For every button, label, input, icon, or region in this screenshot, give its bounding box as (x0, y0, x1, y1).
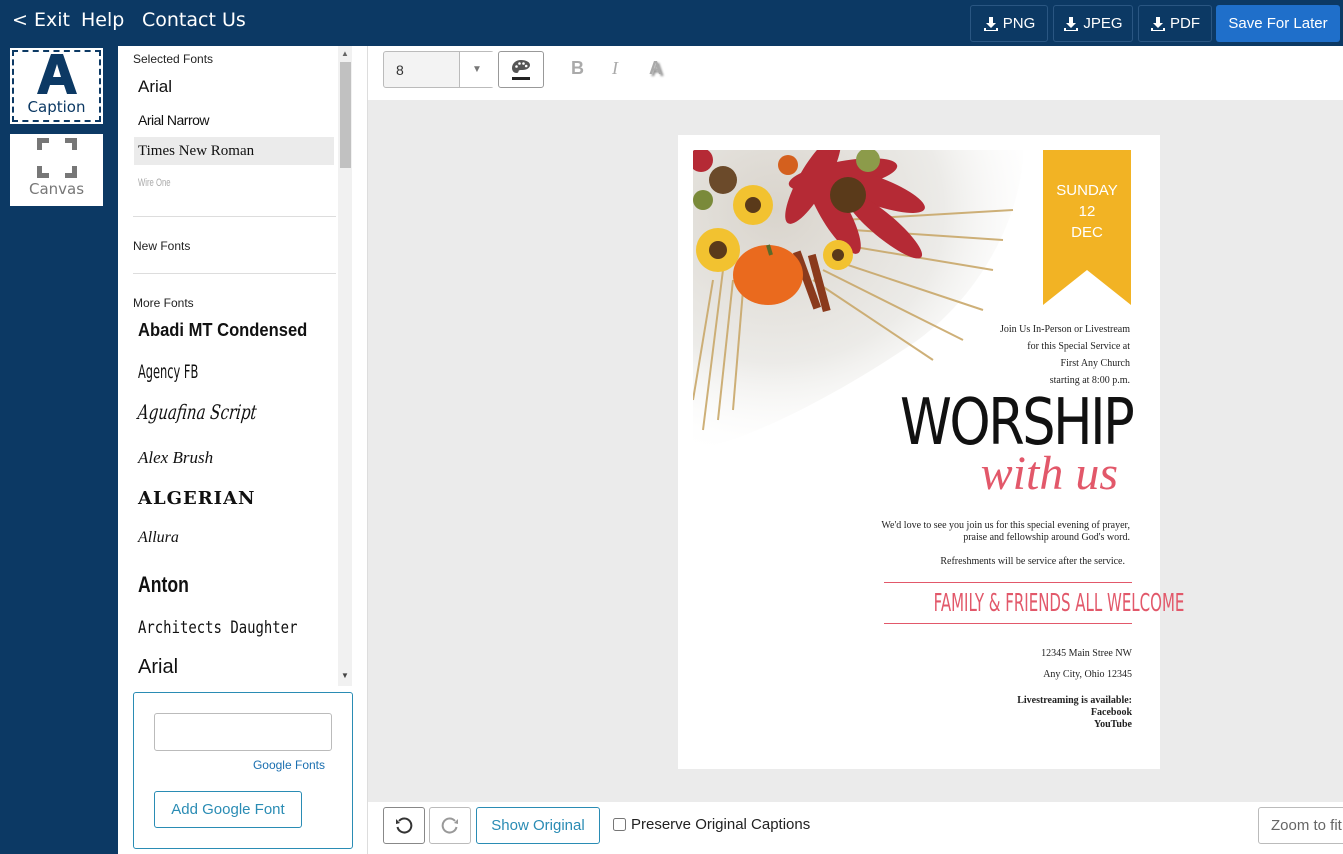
intro-line: First Any Church (1060, 358, 1130, 369)
flyer-page[interactable]: SUNDAY 12 DEC Join Us In-Person or Lives… (678, 135, 1185, 769)
add-google-font-button[interactable]: Add Google Font (154, 791, 302, 828)
help-link[interactable]: Help (81, 9, 124, 31)
font-list[interactable]: Selected Fonts Arial Arial Narrow Times … (118, 46, 338, 686)
divider (133, 216, 336, 217)
undo-button[interactable] (383, 807, 425, 844)
livestream-title: Livestreaming is available: (1017, 695, 1132, 706)
ribbon-day: SUNDAY (1056, 182, 1118, 199)
font-item[interactable]: Abadi MT Condensed (138, 320, 307, 341)
font-list-scrollbar[interactable]: ▲ ▼ (338, 46, 352, 686)
chevron-down-icon[interactable]: ▼ (459, 52, 494, 87)
scroll-thumb[interactable] (340, 62, 351, 168)
caption-icon (36, 54, 77, 94)
font-item[interactable]: Wire One (138, 177, 171, 189)
text-shadow-button[interactable]: A (649, 58, 662, 79)
download-pdf-button[interactable]: PDF (1138, 5, 1212, 42)
livestream-facebook: Facebook (1090, 707, 1132, 718)
font-size-value: 8 (396, 62, 404, 78)
ribbon-date: 12 (1078, 203, 1096, 220)
with-us-headline: with us (980, 447, 1118, 500)
bold-button[interactable]: B (571, 58, 584, 79)
intro-line: for this Special Service at (1027, 341, 1130, 352)
font-size-select[interactable]: 8 ▼ (383, 51, 494, 88)
top-bar: < Exit Help Contact Us PNG JPEG PDF Save… (0, 0, 1343, 46)
text-toolbar: 8 ▼ B I A (368, 46, 1343, 100)
font-item-selected[interactable]: Times New Roman (138, 143, 254, 160)
download-icon (983, 16, 998, 31)
redo-icon (441, 817, 458, 833)
preserve-captions-checkbox[interactable] (613, 818, 626, 831)
divider (133, 273, 336, 274)
bottom-bar: Show Original Preserve Original Captions… (368, 802, 1343, 854)
font-item[interactable]: Anton (138, 572, 189, 598)
body-line: We'd love to see you join us for this sp… (881, 520, 1130, 531)
google-font-input[interactable] (154, 713, 332, 751)
font-item[interactable]: ALGERIAN (138, 488, 256, 509)
refreshments-text: Refreshments will be service after the s… (940, 556, 1125, 567)
intro-text: Join Us In-Person or Livestream for this… (1000, 321, 1130, 389)
new-fonts-title: New Fonts (133, 239, 191, 253)
font-item[interactable]: Architects Daughter (138, 618, 297, 638)
canvas-tool[interactable]: Canvas (10, 134, 103, 206)
canvas-icon (36, 138, 77, 178)
more-fonts-title: More Fonts (133, 296, 194, 310)
livestream-youtube: YouTube (1094, 719, 1132, 730)
caption-label: Caption (27, 98, 86, 116)
google-fonts-link[interactable]: Google Fonts (253, 758, 325, 772)
google-font-box: Google Fonts Add Google Font (133, 692, 353, 849)
preserve-captions-label: Preserve Original Captions (631, 816, 811, 833)
font-item[interactable]: Arial (138, 77, 172, 97)
scroll-up-icon[interactable]: ▲ (341, 49, 349, 58)
text-color-button[interactable] (498, 51, 544, 88)
preserve-captions-option[interactable]: Preserve Original Captions (613, 816, 810, 833)
download-icon (1064, 16, 1079, 31)
exit-link[interactable]: < Exit (12, 9, 70, 31)
font-item[interactable]: Arial Narrow (138, 112, 210, 128)
font-panel: Selected Fonts Arial Arial Narrow Times … (118, 46, 368, 854)
font-item[interactable]: Aguafina Script (137, 400, 258, 424)
body-text: We'd love to see you join us for this sp… (881, 520, 1130, 544)
save-for-later-button[interactable]: Save For Later (1216, 5, 1340, 42)
address-line: 12345 Main Stree NW (1041, 648, 1132, 659)
welcome-banner: FAMILY & FRIENDS ALL WELCOME (933, 588, 1185, 617)
canvas-label: Canvas (28, 180, 85, 198)
italic-button[interactable]: I (612, 58, 618, 79)
pdf-label: PDF (1170, 15, 1200, 32)
tool-rail: Caption Canvas (0, 46, 118, 854)
caption-tool[interactable]: Caption (10, 48, 103, 124)
divider-line (884, 582, 1132, 583)
canvas-area: SUNDAY 12 DEC Join Us In-Person or Lives… (368, 100, 1343, 802)
jpeg-label: JPEG (1083, 15, 1123, 32)
contact-link[interactable]: Contact Us (142, 9, 246, 31)
intro-line: Join Us In-Person or Livestream (1000, 324, 1130, 335)
palette-icon (512, 59, 530, 80)
font-item[interactable]: Agency FB (138, 361, 198, 383)
redo-button[interactable] (429, 807, 471, 844)
png-label: PNG (1002, 15, 1036, 32)
download-icon (1151, 16, 1165, 31)
undo-icon (396, 817, 413, 833)
font-item[interactable]: Alex Brush (138, 448, 213, 468)
divider-line (884, 623, 1132, 624)
zoom-select[interactable]: Zoom to fit (1258, 807, 1343, 844)
font-item[interactable]: Allura (138, 529, 179, 547)
download-jpeg-button[interactable]: JPEG (1053, 5, 1133, 42)
address-line: Any City, Ohio 12345 (1043, 669, 1132, 680)
selected-fonts-title: Selected Fonts (133, 52, 214, 66)
font-item[interactable]: Arial (138, 656, 178, 679)
scroll-down-icon[interactable]: ▼ (341, 671, 349, 680)
download-png-button[interactable]: PNG (970, 5, 1048, 42)
show-original-button[interactable]: Show Original (476, 807, 600, 844)
livestream-block: Livestreaming is available: Facebook You… (1017, 695, 1132, 731)
ribbon-month: DEC (1071, 224, 1103, 241)
body-line: praise and fellowship around God's word. (963, 532, 1130, 543)
